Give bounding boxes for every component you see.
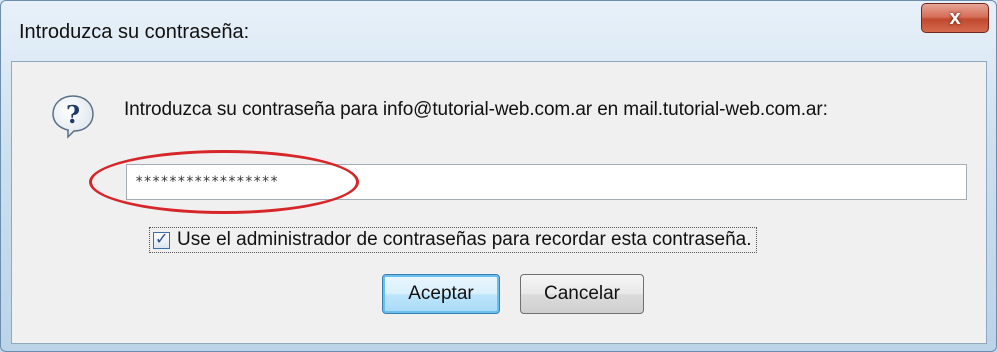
window-title: Introduzca su contraseña: (19, 21, 250, 43)
checkbox-box[interactable]: ✓ (153, 230, 170, 249)
dialog-body: ? Introduzca su contraseña para info@tut… (11, 61, 987, 344)
password-dialog-window: Introduzca su contraseña: x ? Introduzca… (0, 0, 997, 352)
remember-password-label: Use el administrador de contraseñas para… (177, 229, 752, 250)
close-icon: x (949, 7, 961, 29)
help-question-icon: ? (52, 95, 94, 139)
title-bar[interactable]: Introduzca su contraseña: x (1, 1, 996, 59)
close-button[interactable]: x (921, 3, 989, 33)
cancel-button[interactable]: Cancelar (520, 274, 644, 314)
svg-text:?: ? (66, 100, 80, 129)
prompt-message: Introduzca su contraseña para info@tutor… (124, 99, 828, 120)
password-field[interactable]: ***************** (126, 164, 967, 200)
checkmark-icon: ✓ (155, 230, 169, 248)
remember-password-checkbox[interactable]: ✓ Use el administrador de contraseñas pa… (149, 227, 757, 253)
accept-button[interactable]: Aceptar (382, 274, 500, 314)
